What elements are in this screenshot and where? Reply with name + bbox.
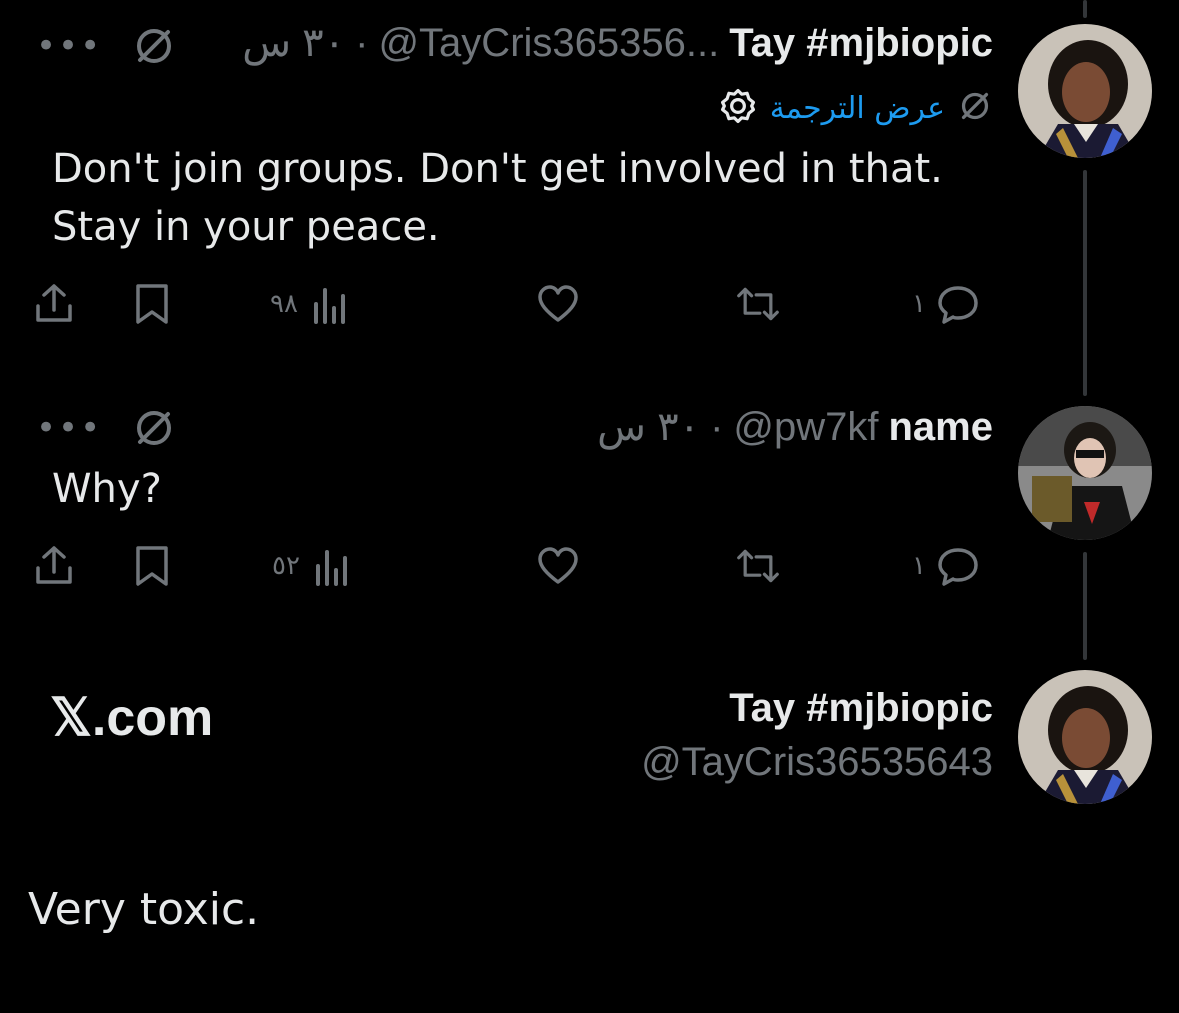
avatar[interactable] [1018, 670, 1152, 804]
views-chart-icon [315, 550, 347, 586]
bookmark-icon [136, 284, 168, 324]
embed-handle[interactable]: @TayCris36535643 [641, 740, 993, 785]
tweet-display-name[interactable]: Tay #mjbiopic [729, 21, 993, 66]
translate-row: عرض الترجمة [718, 86, 993, 130]
no-entry-icon [957, 88, 993, 128]
no-entry-icon[interactable] [132, 24, 176, 68]
bookmark-button[interactable] [130, 544, 174, 588]
tweet1-header: ٣٠ س · @TayCris365356... Tay #mjbiopic [242, 20, 993, 66]
more-dots-icon[interactable]: ••• [36, 29, 102, 63]
like-button[interactable] [536, 544, 580, 588]
reply-bubble-icon [938, 286, 978, 324]
tweet-text-line: Don't join groups. Don't get involved in… [52, 146, 943, 192]
more-dots-icon[interactable]: ••• [36, 411, 102, 445]
views-button[interactable]: ٩٨ [270, 282, 352, 326]
bookmark-button[interactable] [130, 282, 174, 326]
retweet-button[interactable] [736, 544, 780, 588]
share-button[interactable] [32, 544, 76, 588]
thread-line-3 [1083, 552, 1087, 660]
thread-line-2 [1083, 170, 1087, 396]
views-chart-icon [313, 288, 345, 324]
retweet-icon [737, 549, 779, 583]
site-logo[interactable]: 𝕏.com [50, 688, 213, 748]
share-icon [36, 546, 72, 584]
tweet2-header: ٣٠ س · @pw7kf name [597, 404, 993, 450]
tweet-text: Why? [52, 466, 162, 512]
retweet-icon [737, 287, 779, 321]
tweet-time[interactable]: ٣٠ س [242, 20, 345, 66]
views-button[interactable]: ٥٢ [272, 544, 354, 588]
share-icon [36, 284, 72, 322]
avatar[interactable] [1018, 24, 1152, 158]
tweet-handle[interactable]: @TayCris365356... [378, 21, 719, 66]
tweet-time[interactable]: ٣٠ س [597, 404, 700, 450]
dot-separator: · [710, 404, 724, 449]
tweet1-top-actions: ••• [36, 24, 176, 68]
tweet-display-name[interactable]: name [889, 405, 994, 450]
share-button[interactable] [32, 282, 76, 326]
gear-icon[interactable] [718, 86, 758, 130]
reply-bubble-icon [938, 548, 978, 586]
views-count: ٥٢ [272, 551, 300, 581]
heart-icon [538, 285, 578, 322]
tweet-handle[interactable]: @pw7kf [733, 405, 878, 450]
avatar[interactable] [1018, 406, 1152, 540]
tweet2-top-actions: ••• [36, 406, 176, 450]
embed-display-name[interactable]: Tay #mjbiopic [729, 686, 993, 731]
reply-count: ١ [912, 289, 926, 319]
tweet-text-line: Stay in your peace. [52, 204, 440, 250]
views-count: ٩٨ [270, 289, 298, 319]
thread-line-1 [1083, 0, 1087, 18]
heart-icon [538, 547, 578, 584]
reply-button[interactable]: ١ [912, 282, 980, 326]
no-entry-icon[interactable] [132, 406, 176, 450]
translate-link[interactable]: عرض الترجمة [770, 91, 945, 126]
retweet-button[interactable] [736, 282, 780, 326]
reply-button[interactable]: ١ [912, 544, 980, 588]
dot-separator: · [355, 20, 369, 65]
tweet-text: Don't join groups. Don't get involved in… [52, 140, 943, 256]
bookmark-icon [136, 546, 168, 586]
like-button[interactable] [536, 282, 580, 326]
embed-tweet-text: Very toxic. [28, 884, 260, 935]
reply-count: ١ [912, 551, 926, 581]
